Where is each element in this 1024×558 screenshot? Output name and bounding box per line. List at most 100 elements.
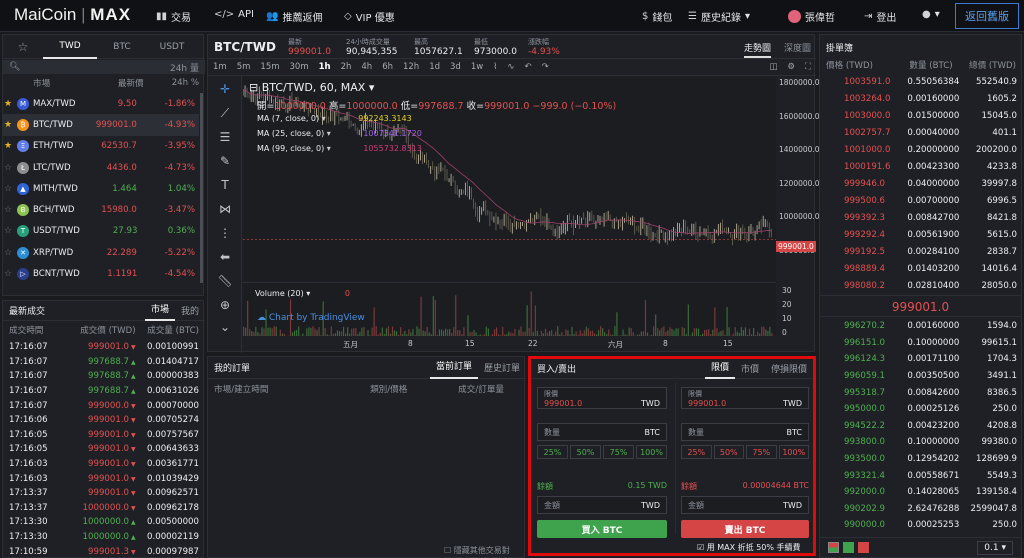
sell-price-input[interactable]: 限價 999001.0 TWD xyxy=(681,387,809,409)
horizontal-line-icon[interactable]: ☰ xyxy=(216,130,234,148)
trend-line-icon[interactable]: ⟋ xyxy=(216,106,234,124)
back-to-old-version-button[interactable]: 返回舊版 xyxy=(955,3,1019,29)
buy-qty-input[interactable]: 數量 BTC xyxy=(537,423,667,441)
tab-btc[interactable]: BTC xyxy=(97,42,147,52)
market-row[interactable]: ★ Ξ ETH/TWD 62530.7 -3.95% xyxy=(3,136,199,157)
pattern-icon[interactable]: ⋈ xyxy=(216,202,234,220)
chevron-down-icon[interactable]: ⌄ xyxy=(216,320,234,338)
timeframe-5m[interactable]: 5m xyxy=(237,62,251,72)
nav-user[interactable]: 張偉哲 xyxy=(788,9,835,24)
ma7-legend[interactable]: MA (7, close, 0) ▾ 992243.3143 xyxy=(257,114,412,123)
tab-trend-chart[interactable]: 走勢圖 xyxy=(744,41,772,58)
buy-pct-50[interactable]: 50% xyxy=(570,445,601,459)
market-row[interactable]: ☆ ✕ XRP/TWD 22.289 -5.22% xyxy=(3,242,199,263)
price-chart[interactable]: ⊟ BTC/TWD, 60, MAX ▾ 開=1000000.0 高=10000… xyxy=(243,76,776,281)
buy-pct-75[interactable]: 75% xyxy=(603,445,634,459)
buy-pct-100[interactable]: 100% xyxy=(636,445,667,459)
order-book-row[interactable]: 992000.0 0.14028065 139158.4 xyxy=(820,484,1021,501)
precision-select[interactable]: 0.1 ▾ xyxy=(977,540,1013,555)
sell-qty-input[interactable]: 數量 BTC xyxy=(681,423,809,441)
tab-order-history[interactable]: 歷史訂單 xyxy=(478,361,526,374)
language-menu[interactable]: ● ▾ xyxy=(922,9,940,20)
sort-by-volume[interactable]: 24h 量 xyxy=(170,61,199,74)
buy-price-input[interactable]: 限價 999001.0 TWD xyxy=(537,387,667,409)
book-view-bids-icon[interactable] xyxy=(843,542,854,553)
arrow-left-icon[interactable]: ⬅ xyxy=(216,250,234,268)
favorite-star-icon[interactable]: ☆ xyxy=(3,205,13,215)
hide-other-pairs-checkbox[interactable]: ☐ 隱藏其他交易對 xyxy=(444,545,510,556)
book-view-asks-icon[interactable] xyxy=(858,542,869,553)
order-book-row[interactable]: 996270.2 0.00160000 1594.0 xyxy=(820,318,1021,335)
nav-rebate[interactable]: 👥 推薦返佣 xyxy=(266,9,322,24)
order-book-row[interactable]: 1003591.0 0.55056384 552540.9 xyxy=(820,73,1021,90)
scrollbar[interactable] xyxy=(200,93,203,283)
tab-market-trades[interactable]: 市場 xyxy=(144,301,175,321)
timeframe-30m[interactable]: 30m xyxy=(290,62,309,72)
order-book-row[interactable]: 1000191.6 0.00423300 4233.8 xyxy=(820,158,1021,175)
timeframe-6h[interactable]: 6h xyxy=(382,62,393,72)
tab-twd[interactable]: TWD xyxy=(43,35,97,59)
favorite-star-icon[interactable]: ☆ xyxy=(3,163,13,173)
market-row[interactable]: ☆ ▷ BCNT/TWD 1.1191 -4.54% xyxy=(3,263,199,284)
order-book-row[interactable]: 999292.4 0.00561900 5615.0 xyxy=(820,226,1021,243)
brush-icon[interactable]: ✎ xyxy=(216,154,234,172)
tab-stop-limit[interactable]: 停損限價 xyxy=(765,362,813,375)
tab-usdt[interactable]: USDT xyxy=(147,42,197,52)
buy-btc-button[interactable]: 買入 BTC xyxy=(537,520,667,538)
order-book-row[interactable]: 990202.9 2.62476288 2599047.8 xyxy=(820,501,1021,518)
book-view-both-icon[interactable] xyxy=(828,542,839,553)
timeframe-2h[interactable]: 2h xyxy=(341,62,352,72)
favorites-star-icon[interactable]: ☆ xyxy=(3,40,43,54)
favorite-star-icon[interactable]: ★ xyxy=(3,141,13,151)
order-book-row[interactable]: 1003264.0 0.00160000 1605.2 xyxy=(820,90,1021,107)
favorite-star-icon[interactable]: ★ xyxy=(3,120,13,130)
tab-limit[interactable]: 限價 xyxy=(704,359,735,379)
redo-icon[interactable]: ↷ xyxy=(542,62,549,72)
timeframe-3d[interactable]: 3d xyxy=(450,62,461,72)
timeframe-1d[interactable]: 1d xyxy=(429,62,440,72)
ma99-legend[interactable]: MA (99, close, 0) ▾ 1055732.8313 xyxy=(257,144,422,153)
market-row[interactable]: ☆ ▲ MITH/TWD 1.464 1.04% xyxy=(3,178,199,199)
tab-market-order[interactable]: 市價 xyxy=(735,362,765,375)
nav-trade[interactable]: ▮▮ 交易 xyxy=(156,9,191,24)
order-book-row[interactable]: 995000.0 0.00025126 250.0 xyxy=(820,401,1021,418)
nav-wallet[interactable]: $ 錢包 xyxy=(642,9,672,24)
order-book-row[interactable]: 998889.4 0.01403200 14016.4 xyxy=(820,260,1021,277)
wave-icon[interactable]: ∿ xyxy=(507,62,514,72)
market-row[interactable]: ★ ₿ BTC/TWD 999001.0 -4.93% xyxy=(3,114,199,136)
volume-chart[interactable]: Volume (20) ▾ 0 ☁ Chart by TradingView xyxy=(243,282,776,336)
order-book-row[interactable]: 1002757.7 0.00040000 401.1 xyxy=(820,124,1021,141)
order-book-row[interactable]: 990000.0 0.00025253 250.0 xyxy=(820,517,1021,534)
order-book-row[interactable]: 998080.2 0.02810400 28050.0 xyxy=(820,277,1021,294)
order-book-row[interactable]: 1001000.0 0.20000000 200200.0 xyxy=(820,141,1021,158)
market-row[interactable]: ☆ B BCH/TWD 15980.0 -3.47% xyxy=(3,199,199,220)
timeframe-1w[interactable]: 1w xyxy=(471,62,483,72)
nav-logout[interactable]: ⇥ 登出 xyxy=(864,9,896,24)
sell-total-input[interactable]: 金額 TWD xyxy=(681,496,809,514)
order-book-row[interactable]: 999392.3 0.00842700 8421.8 xyxy=(820,209,1021,226)
zoom-in-icon[interactable]: ⊕ xyxy=(216,298,234,316)
favorite-star-icon[interactable]: ☆ xyxy=(3,184,13,194)
favorite-star-icon[interactable]: ☆ xyxy=(3,269,13,279)
order-book-row[interactable]: 996151.0 0.10000000 99615.1 xyxy=(820,335,1021,352)
sell-pct-25[interactable]: 25% xyxy=(681,445,712,459)
order-book-row[interactable]: 993321.4 0.00558671 5549.3 xyxy=(820,467,1021,484)
sell-pct-50[interactable]: 50% xyxy=(713,445,744,459)
settings-icon[interactable]: ⚙ xyxy=(787,62,795,72)
sell-pct-75[interactable]: 75% xyxy=(746,445,777,459)
timeframe-1h[interactable]: 1h xyxy=(319,62,331,72)
order-book-row[interactable]: 995318.7 0.00842600 8386.5 xyxy=(820,384,1021,401)
favorite-star-icon[interactable]: ★ xyxy=(3,99,13,109)
max-fee-discount-checkbox[interactable]: ☑ 用 MAX 折抵 50% 手續費 xyxy=(697,542,801,553)
order-book-row[interactable]: 999500.6 0.00700000 6996.5 xyxy=(820,192,1021,209)
fullscreen-icon[interactable]: ⛶ xyxy=(805,62,811,72)
buy-pct-25[interactable]: 25% xyxy=(537,445,568,459)
tab-my-trades[interactable]: 我的 xyxy=(175,304,205,317)
collapse-icon[interactable]: ⊟ xyxy=(249,81,258,94)
maicoin-logo[interactable]: MaiCoin | MAX xyxy=(14,5,131,25)
text-tool-icon[interactable]: T xyxy=(216,178,234,196)
market-row[interactable]: ☆ T USDT/TWD 27.93 0.36% xyxy=(3,221,199,242)
volume-legend[interactable]: Volume (20) ▾ 0 xyxy=(255,289,350,298)
undo-icon[interactable]: ↶ xyxy=(524,62,531,72)
market-row[interactable]: ★ M MAX/TWD 9.50 -1.86% xyxy=(3,93,199,114)
